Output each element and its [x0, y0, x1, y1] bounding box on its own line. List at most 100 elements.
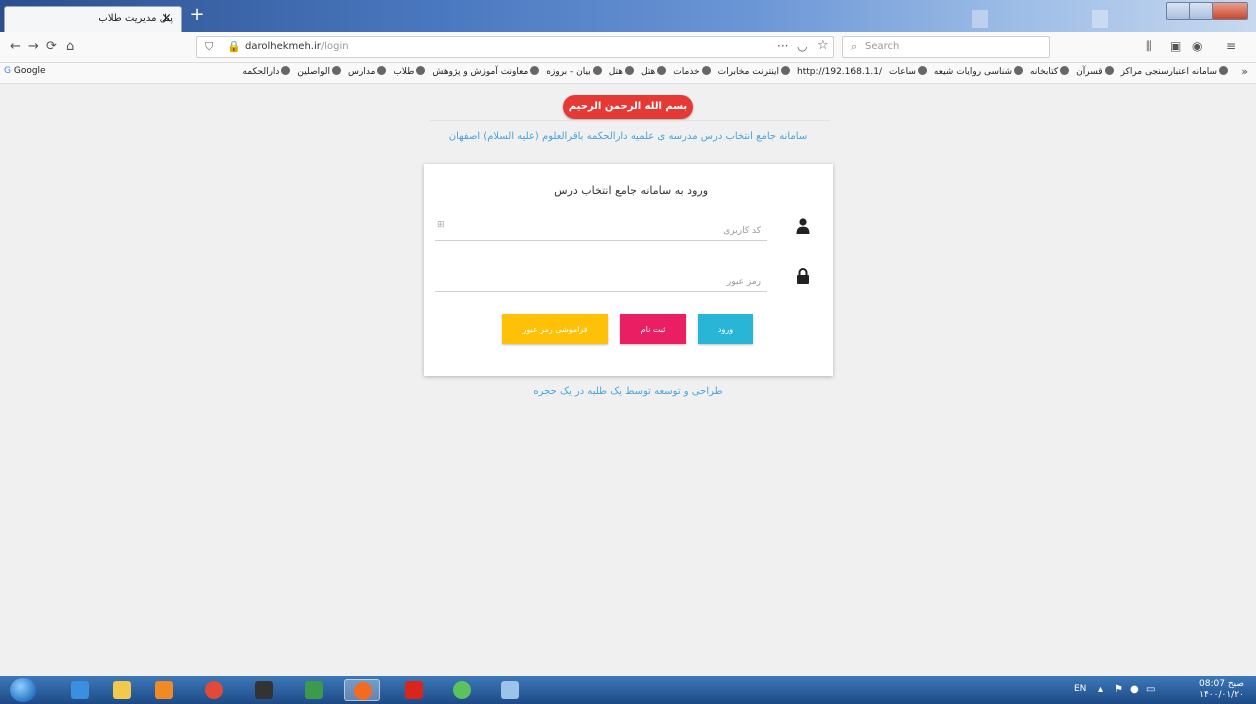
background-window-icon	[972, 10, 988, 28]
bookmark-favicon-icon	[530, 66, 540, 75]
sidebar-icon[interactable]: ▣	[1170, 39, 1181, 53]
more-actions-icon[interactable]: ···	[777, 39, 788, 53]
taskbar-explorer[interactable]	[104, 679, 140, 701]
bookmark-label: طلاب	[393, 67, 415, 77]
shield-tray-icon[interactable]: ●	[1130, 684, 1139, 695]
menu-icon[interactable]: ≡	[1226, 39, 1236, 53]
bookmark-item[interactable]: اینترنت مخابرات	[718, 66, 791, 77]
bookmark-label: شناسی روایات شیعه	[933, 67, 1013, 77]
bookmark-favicon-icon	[1219, 66, 1228, 75]
language-indicator[interactable]: EN	[1074, 684, 1086, 694]
login-card: ورود به سامانه جامع انتخاب درس ⊞ ورود ثب…	[424, 164, 833, 376]
bookmark-star-icon[interactable]: ☆	[817, 38, 829, 53]
bookmark-label: بیان - بروزه	[546, 67, 591, 77]
bookmark-label: سامانه اعتبارسنجی مراکز	[1120, 67, 1217, 77]
user-icon	[796, 218, 810, 234]
login-button[interactable]: ورود	[698, 314, 753, 344]
maximize-button[interactable]	[1189, 2, 1213, 20]
taskbar-app[interactable]	[246, 679, 282, 701]
navigation-bar: ← → ⟳ ⌂ ⛉ 🔒 darolhekmeh.ir/login ··· ◡ ☆…	[0, 32, 1256, 63]
minimize-button[interactable]	[1166, 2, 1190, 20]
bookmark-item[interactable]: هتل	[641, 66, 667, 77]
bookmark-item[interactable]: سامانه اعتبارسنجی مراکز	[1121, 66, 1228, 77]
search-placeholder: Search	[865, 41, 900, 52]
home-icon[interactable]: ⌂	[66, 39, 74, 54]
reload-icon[interactable]: ⟳	[46, 39, 57, 54]
bookmark-item[interactable]: شناسی روایات شیعه	[933, 66, 1024, 77]
windows-taskbar: EN ▴ ⚑ ● ▭ صبح 08:07 ۱۴۰۰/۰۱/۲۰	[0, 676, 1256, 704]
register-button[interactable]: ثبت نام	[620, 314, 686, 344]
username-field: ⊞	[435, 214, 767, 241]
network-icon[interactable]: ▭	[1146, 684, 1155, 695]
bookmark-list: سامانه اعتبارسنجی مراکز قسرآن کتابخانه شناس…	[236, 66, 1228, 77]
login-title: ورود به سامانه جامع انتخاب درس	[554, 184, 708, 197]
password-input[interactable]	[435, 265, 767, 291]
background-window-icon	[1092, 10, 1108, 28]
bookmark-item[interactable]: مدارس	[348, 66, 387, 77]
bookmark-favicon-icon	[416, 66, 426, 75]
bookmark-label: هتل	[608, 67, 623, 77]
bookmark-favicon-icon	[332, 66, 342, 75]
username-input[interactable]	[435, 214, 767, 240]
bookmark-favicon-icon	[377, 66, 387, 75]
bookmark-item[interactable]: دارالحکمه	[243, 66, 291, 77]
url-text[interactable]: darolhekmeh.ir/login	[245, 41, 349, 52]
taskbar-excel[interactable]	[296, 679, 332, 701]
search-box[interactable]: ⌕ Search	[842, 36, 1050, 58]
bookmark-favicon-icon	[701, 66, 711, 75]
bookmark-item[interactable]: http://192.168.1.1/	[797, 67, 882, 77]
lock-icon[interactable]: 🔒	[227, 40, 241, 53]
taskbar-media[interactable]	[146, 679, 182, 701]
site-subtitle[interactable]: سامانه جامع انتخاب درس مدرسه ی علمیه دار…	[380, 131, 876, 142]
taskbar-app2[interactable]	[444, 679, 480, 701]
basmala-badge: بسم الله الرحمن الرحیم	[563, 95, 693, 119]
bookmark-item[interactable]: هتل	[609, 66, 634, 77]
bookmark-favicon-icon	[781, 66, 791, 75]
taskbar-firefox[interactable]	[344, 679, 380, 701]
start-button[interactable]	[10, 678, 36, 702]
taskbar-chrome[interactable]	[196, 679, 232, 701]
browser-titlebar: پنل مدیریت طلاب × +	[0, 0, 1256, 32]
bookmark-favicon-icon	[625, 66, 634, 75]
taskbar-app3[interactable]	[492, 679, 528, 701]
bookmark-item[interactable]: قسرآن	[1076, 66, 1114, 77]
password-field	[435, 265, 767, 292]
bookmark-item[interactable]: بیان - بروزه	[546, 66, 602, 77]
bookmark-favicon-icon	[592, 66, 602, 75]
forgot-password-button[interactable]: فراموشی رمز عبور	[502, 314, 608, 344]
bookmark-label: مدارس	[348, 67, 376, 77]
bookmark-label: خدمات	[673, 67, 700, 77]
flag-icon[interactable]: ⚑	[1114, 684, 1123, 695]
taskbar-acrobat[interactable]	[396, 679, 432, 701]
bookmark-label: الواصلین	[297, 67, 331, 77]
pocket-icon[interactable]: ◡	[797, 39, 807, 53]
bookmark-item[interactable]: طلاب	[393, 66, 426, 77]
browser-tab[interactable]: پنل مدیریت طلاب ×	[4, 6, 182, 32]
bookmark-favicon-icon	[917, 66, 927, 75]
bookmark-item[interactable]: خدمات	[673, 66, 711, 77]
close-window-button[interactable]	[1212, 2, 1248, 20]
bookmark-favicon-icon	[657, 66, 667, 75]
bookmark-label: معاونت آموزش و پژوهش	[432, 67, 529, 77]
bookmark-item[interactable]: الواصلین	[297, 66, 342, 77]
bookmark-google[interactable]: G Google	[4, 66, 46, 76]
bookmark-item[interactable]: معاونت آموزش و پژوهش	[432, 66, 540, 77]
bookmark-item[interactable]: کتابخانه	[1030, 66, 1070, 77]
clock[interactable]: صبح 08:07 ۱۴۰۰/۰۱/۲۰	[1199, 679, 1244, 701]
tray-arrow-icon[interactable]: ▴	[1098, 684, 1103, 695]
forward-icon[interactable]: →	[28, 39, 39, 54]
footer-credit[interactable]: طراحی و توسعه توسط یک طلبه در یک حجره	[380, 386, 876, 397]
new-tab-button[interactable]: +	[186, 6, 208, 26]
back-icon[interactable]: ←	[10, 39, 21, 54]
account-icon[interactable]: ◉	[1192, 39, 1202, 53]
taskbar-ie[interactable]	[62, 679, 98, 701]
url-bar[interactable]: ⛉ 🔒 darolhekmeh.ir/login ··· ◡ ☆	[196, 36, 834, 58]
shield-icon[interactable]: ⛉	[205, 40, 213, 54]
library-icon[interactable]: ⫼	[1146, 39, 1152, 54]
divider	[430, 120, 830, 121]
tab-close-icon[interactable]: ×	[161, 11, 172, 26]
bookmark-favicon-icon	[1060, 66, 1070, 75]
bookmarks-overflow-icon[interactable]: »	[1241, 65, 1248, 78]
bookmark-label: ساعات	[889, 67, 916, 77]
bookmark-item[interactable]: ساعات	[889, 66, 927, 77]
